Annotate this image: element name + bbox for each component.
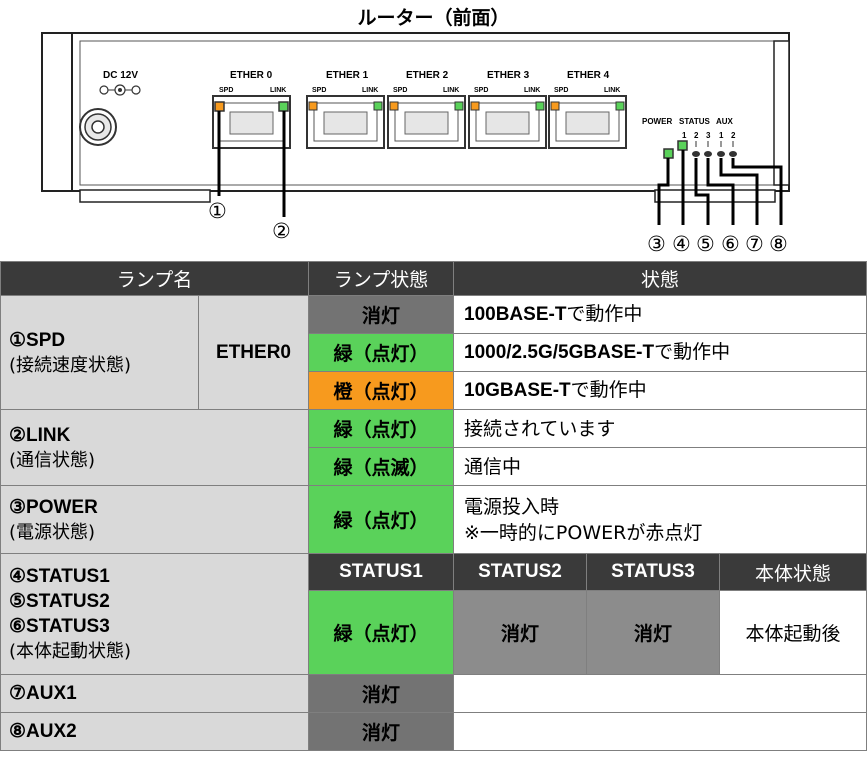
svg-text:SPD: SPD [312, 87, 326, 94]
svg-text:3: 3 [706, 131, 711, 140]
callout-2: ② [272, 219, 291, 243]
header-state: 状態 [452, 261, 867, 296]
status1-led [677, 140, 688, 151]
aux-label: AUX [716, 117, 734, 126]
status2-led [692, 151, 700, 157]
svg-text:1: 1 [719, 131, 724, 140]
body-state-value: 本体起動後 [718, 590, 867, 675]
router-front-diagram: DC 12V ETHER 0 SPD LINK ETHER 1 SPD LINK… [41, 32, 790, 256]
callout-3: ③ [647, 232, 666, 256]
svg-text:SPD: SPD [393, 87, 407, 94]
router-right-edge [773, 40, 790, 186]
table-header-row: ランプ名 ランプ状態 状態 [0, 261, 867, 296]
status3-led [704, 151, 712, 157]
table-row: ①SPD (接続速度状態) ETHER0 消灯 100BASE-Tで動作中 [0, 295, 867, 410]
svg-text:LINK: LINK [524, 87, 540, 94]
lamp-name-spd: ①SPD (接続速度状態) [0, 295, 199, 410]
state-link-blink: 緑（点滅） [308, 447, 454, 486]
svg-text:LINK: LINK [362, 87, 378, 94]
svg-text:2: 2 [694, 131, 699, 140]
desc-spd-orange: 10GBASE-Tで動作中 [452, 371, 867, 410]
spd-led-orange [214, 101, 225, 112]
desc-spd-green: 1000/2.5G/5GBASE-Tで動作中 [452, 333, 867, 372]
port-ether0: ETHER0 [198, 295, 309, 410]
svg-text:LINK: LINK [270, 87, 286, 94]
desc-link-blink: 通信中 [452, 447, 867, 486]
callout-1: ① [208, 199, 227, 223]
svg-text:SPD: SPD [219, 87, 233, 94]
state-status2: 消灯 [453, 590, 587, 675]
header-lamp-state: ランプ状態 [308, 261, 454, 296]
status-label: STATUS [679, 117, 710, 126]
lamp-name-aux2: ⑧AUX2 [0, 712, 309, 751]
desc-link-on: 接続されています [452, 409, 867, 448]
table-row: ④STATUS1 ⑤STATUS2 ⑥STATUS3 (本体起動状態) STATUS1… [0, 553, 867, 675]
table-row: ⑦AUX1 消灯 [0, 674, 867, 713]
power-led [663, 148, 674, 159]
table-row: ③POWER (電源状態) 緑（点灯） 電源投入時 ※一時的にPOWERが赤点灯 [0, 485, 867, 554]
lamp-name-aux1: ⑦AUX1 [0, 674, 309, 713]
callout-8: ⑧ [769, 232, 788, 256]
svg-text:ETHER 2: ETHER 2 [406, 70, 449, 81]
aux1-led [717, 151, 725, 157]
callout-4: ④ [672, 232, 691, 256]
svg-text:LINK: LINK [443, 87, 459, 94]
svg-text:SPD: SPD [554, 87, 568, 94]
svg-text:ETHER 3: ETHER 3 [487, 70, 530, 81]
lamp-name-link: ②LINK (通信状態) [0, 409, 309, 486]
state-link-on: 緑（点灯） [308, 409, 454, 448]
state-spd-green: 緑（点灯） [308, 333, 454, 372]
state-aux1: 消灯 [308, 674, 454, 713]
desc-spd-off: 100BASE-Tで動作中 [452, 295, 867, 334]
router-foot-left [79, 189, 211, 203]
desc-aux1 [452, 674, 867, 713]
status2-header: STATUS2 [453, 553, 587, 591]
dc-label: DC 12V [103, 70, 138, 81]
header-lamp-name: ランプ名 [0, 261, 309, 296]
status1-header: STATUS1 [308, 553, 454, 591]
svg-text:ETHER 1: ETHER 1 [326, 70, 369, 81]
aux2-led [729, 151, 737, 157]
state-spd-off: 消灯 [308, 295, 454, 334]
link-led-green [278, 101, 289, 112]
lamp-name-status: ④STATUS1 ⑤STATUS2 ⑥STATUS3 (本体起動状態) [0, 553, 309, 675]
dc-jack-icon [79, 108, 117, 146]
svg-text:SPD: SPD [474, 87, 488, 94]
state-status1: 緑（点灯） [308, 590, 454, 675]
state-status3: 消灯 [586, 590, 720, 675]
state-spd-orange: 橙（点灯） [308, 371, 454, 410]
callout-6: ⑥ [721, 232, 740, 256]
svg-text:2: 2 [731, 131, 736, 140]
svg-text:ETHER 4: ETHER 4 [567, 70, 610, 81]
table-row: ②LINK (通信状態) 緑（点灯） 接続されています [0, 409, 867, 486]
desc-aux2 [452, 712, 867, 751]
svg-text:1: 1 [682, 131, 687, 140]
status3-header: STATUS3 [586, 553, 720, 591]
body-state-header: 本体状態 [718, 553, 867, 591]
lamp-name-power: ③POWER (電源状態) [0, 485, 309, 554]
callout-7: ⑦ [745, 232, 764, 256]
lamp-status-table: ランプ名 ランプ状態 状態 ①SPD (接続速度状態) ETHER0 消灯 100… [0, 261, 867, 751]
router-left-edge [41, 32, 73, 192]
power-label: POWER [642, 117, 672, 126]
state-aux2: 消灯 [308, 712, 454, 751]
table-row: ⑧AUX2 消灯 [0, 712, 867, 751]
callout-5: ⑤ [696, 232, 715, 256]
desc-power: 電源投入時 ※一時的にPOWERが赤点灯 [452, 485, 867, 554]
state-power: 緑（点灯） [308, 485, 454, 554]
svg-text:ETHER 0: ETHER 0 [230, 70, 273, 81]
svg-text:LINK: LINK [604, 87, 620, 94]
